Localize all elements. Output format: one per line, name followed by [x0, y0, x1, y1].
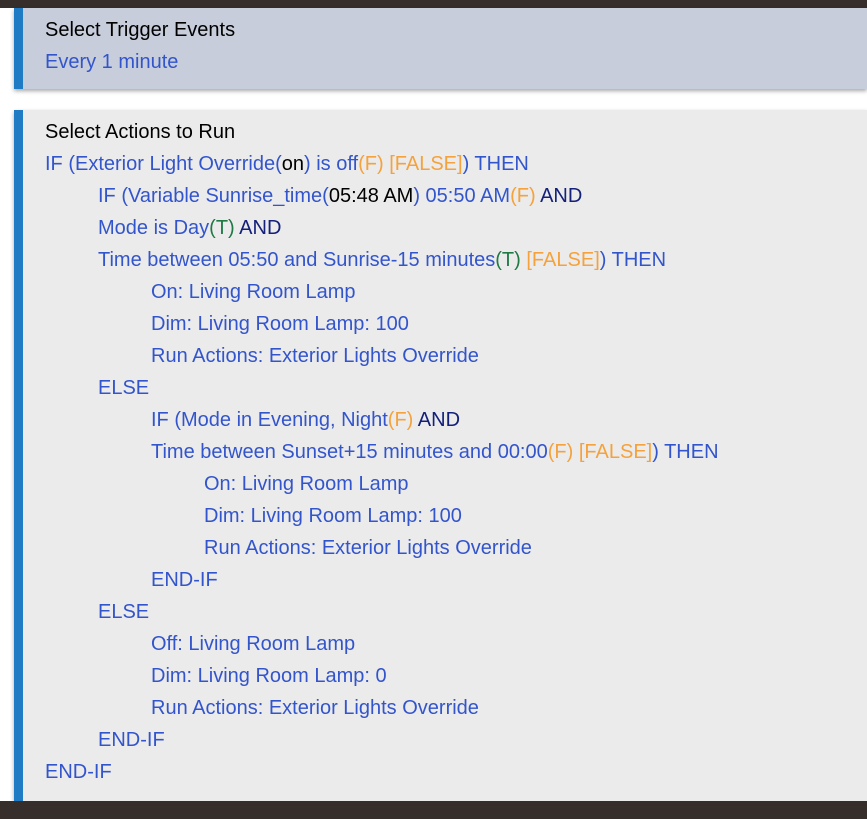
trigger-panel-body: Select Trigger Events Every 1 minute [23, 8, 867, 89]
trigger-item-label: Every 1 minute [45, 51, 179, 73]
action-line-segment: AND [239, 217, 282, 239]
action-line[interactable]: Dim: Living Room Lamp: 100 [45, 308, 867, 340]
action-line-segment: ) 05:50 AM [413, 185, 511, 207]
action-line-segment: On: Living Room Lamp [204, 473, 409, 495]
actions-panel-body: Select Actions to Run IF (Exterior Light… [23, 110, 867, 801]
action-line-segment: on [281, 153, 304, 175]
action-line[interactable]: Mode is Day(T) AND [45, 212, 867, 244]
action-line-segment: (T) [495, 249, 521, 271]
actions-section-title: Select Actions to Run [45, 121, 236, 143]
action-line-segment: END-IF [45, 761, 112, 783]
action-line-segment: Run Actions: Exterior Lights Override [151, 345, 479, 367]
app-root: Select Trigger Events Every 1 minute Sel… [0, 0, 867, 819]
action-line[interactable]: IF (Mode in Evening, Night(F) AND [45, 404, 867, 436]
action-line-segment: IF (Exterior Light Override( [45, 153, 282, 175]
action-line-segment: (F) [387, 409, 414, 431]
trigger-section-title: Select Trigger Events [45, 19, 236, 41]
action-line[interactable]: Time between 05:50 and Sunrise-15 minute… [45, 244, 867, 276]
action-line-segment: Time between Sunset+15 minutes and 00:00 [151, 441, 548, 463]
action-line-segment: (F) [510, 185, 536, 207]
action-line-segment: Dim: Living Room Lamp: 100 [204, 505, 462, 527]
action-line[interactable]: On: Living Room Lamp [45, 468, 867, 500]
action-line-segment: 05:48 AM [328, 185, 414, 207]
action-line[interactable]: IF (Exterior Light Override(on) is off(F… [45, 148, 867, 180]
action-line-segment: END-IF [151, 569, 218, 591]
actions-panel-accent-bar [14, 110, 23, 801]
action-line-segment: ELSE [98, 601, 150, 623]
action-line-segment: Off: Living Room Lamp [151, 633, 356, 655]
action-line-segment: [FALSE] [526, 249, 600, 271]
action-line-segment: IF (Mode in Evening, Night [151, 409, 388, 431]
action-line-segment: AND [540, 185, 583, 207]
action-line[interactable]: END-IF [45, 564, 867, 596]
action-line[interactable]: Run Actions: Exterior Lights Override [45, 692, 867, 724]
action-line-segment: Run Actions: Exterior Lights Override [151, 697, 479, 719]
trigger-events-panel: Select Trigger Events Every 1 minute [14, 8, 867, 89]
action-line-segment: END-IF [98, 729, 165, 751]
action-line[interactable]: Off: Living Room Lamp [45, 628, 867, 660]
action-line-segment: On: Living Room Lamp [151, 281, 356, 303]
action-line[interactable]: Dim: Living Room Lamp: 0 [45, 660, 867, 692]
window-top-bar [0, 0, 867, 8]
trigger-list: Every 1 minute [45, 46, 867, 78]
action-line-segment: ) THEN [652, 441, 719, 463]
action-line-segment: ) THEN [462, 153, 529, 175]
action-line-segment: IF (Variable Sunrise_time( [98, 185, 329, 207]
actions-code-list: IF (Exterior Light Override(on) is off(F… [45, 148, 867, 788]
action-line-segment: Dim: Living Room Lamp: 100 [151, 313, 409, 335]
trigger-item[interactable]: Every 1 minute [45, 46, 867, 78]
action-line-segment: ) THEN [599, 249, 667, 271]
action-line[interactable]: IF (Variable Sunrise_time(05:48 AM) 05:5… [45, 180, 867, 212]
window-bottom-bar [0, 801, 867, 819]
action-line-segment: [FALSE] [389, 153, 463, 175]
action-line-segment: ) is off [303, 153, 359, 175]
action-line-segment: Dim: Living Room Lamp: 0 [151, 665, 387, 687]
actions-panel: Select Actions to Run IF (Exterior Light… [14, 110, 867, 801]
action-line-segment: ELSE [98, 377, 150, 399]
action-line[interactable]: On: Living Room Lamp [45, 276, 867, 308]
trigger-panel-accent-bar [14, 8, 23, 89]
action-line-segment: (F) [358, 153, 384, 175]
action-line[interactable]: Run Actions: Exterior Lights Override [45, 532, 867, 564]
action-line[interactable]: Run Actions: Exterior Lights Override [45, 340, 867, 372]
action-line[interactable]: ELSE [45, 596, 867, 628]
action-line[interactable]: ELSE [45, 372, 867, 404]
action-line-segment: AND [417, 409, 461, 431]
action-line[interactable]: Dim: Living Room Lamp: 100 [45, 500, 867, 532]
action-line-segment: (T) [209, 217, 235, 239]
action-line[interactable]: END-IF [45, 756, 867, 788]
action-line-segment: (F) [547, 441, 574, 463]
action-line[interactable]: Time between Sunset+15 minutes and 00:00… [45, 436, 867, 468]
action-line-segment: Time between 05:50 and Sunrise-15 minute… [98, 249, 496, 271]
action-line-segment: Run Actions: Exterior Lights Override [204, 537, 532, 559]
action-line-segment: [FALSE] [578, 441, 653, 463]
action-line[interactable]: END-IF [45, 724, 867, 756]
action-line-segment: Mode is Day [98, 217, 210, 239]
